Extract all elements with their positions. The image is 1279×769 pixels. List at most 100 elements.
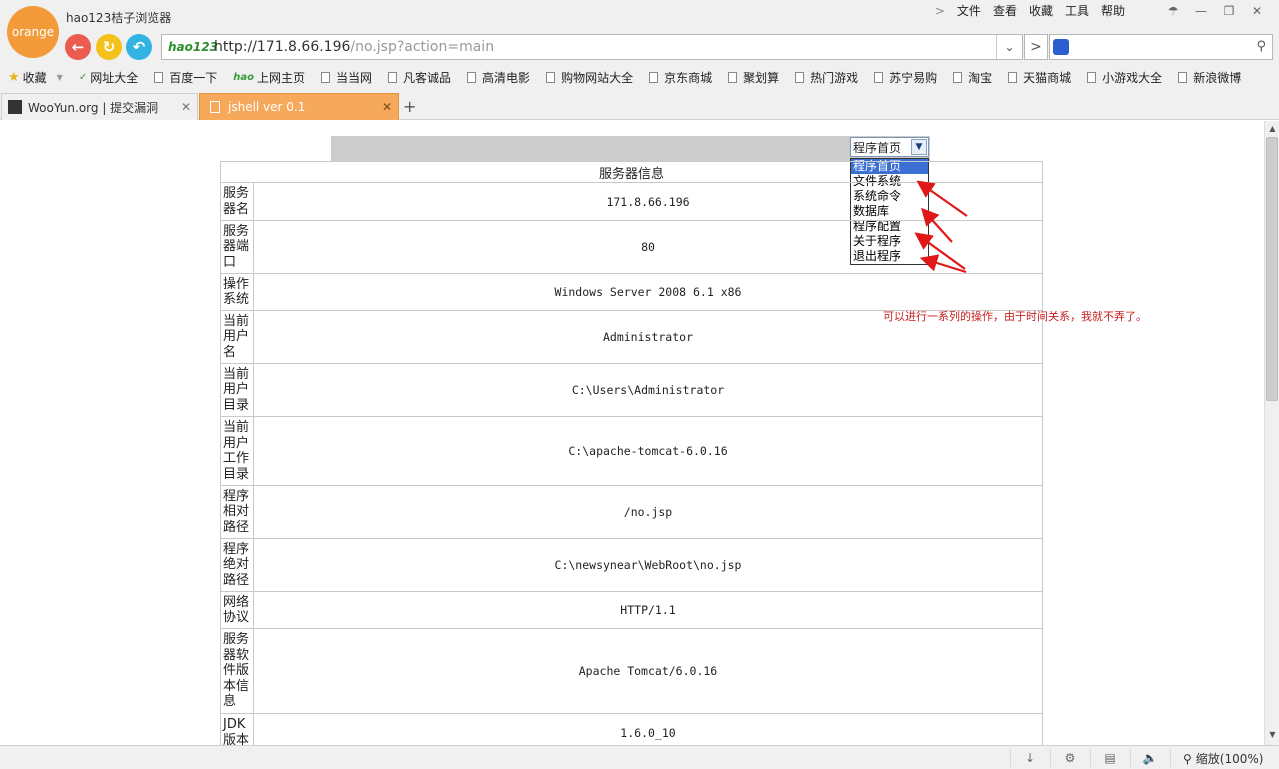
skin-icon[interactable]: ☂ xyxy=(1165,3,1181,19)
page-icon xyxy=(795,71,805,83)
menu-file[interactable]: 文件 xyxy=(951,3,987,19)
menu-tools[interactable]: 工具 xyxy=(1059,3,1095,19)
scroll-thumb[interactable] xyxy=(1266,137,1278,401)
back-button[interactable]: ← xyxy=(65,34,91,60)
row-value: Apache Tomcat/6.0.16 xyxy=(253,628,1043,714)
bookmark-item[interactable]: 凡客诚品 xyxy=(388,69,451,86)
bookmark-label: 高清电影 xyxy=(482,70,531,85)
bookmark-label: 小游戏大全 xyxy=(1102,70,1163,85)
divider xyxy=(1010,749,1011,767)
nav-select-value: 程序首页 xyxy=(853,140,902,155)
bookmark-item[interactable]: ✓ 网址大全 xyxy=(79,69,138,86)
bookmark-item[interactable]: 苏宁易购 xyxy=(874,69,937,86)
app-title: hao123桔子浏览器 xyxy=(66,11,172,25)
close-icon[interactable]: ✕ xyxy=(1249,3,1265,19)
speaker-icon[interactable]: 🔈 xyxy=(1142,750,1158,766)
menu-help[interactable]: 帮助 xyxy=(1095,3,1131,19)
menu-view[interactable]: 查看 xyxy=(987,3,1023,19)
undo-icon: ↶ xyxy=(132,38,146,56)
close-tab-icon[interactable]: ✕ xyxy=(181,100,191,114)
bookmark-label: 凡客诚品 xyxy=(403,70,452,85)
row-value: Windows Server 2008 6.1 x86 xyxy=(253,273,1043,311)
bookmark-label: 购物网站大全 xyxy=(561,70,634,85)
url-path: /no.jsp?action=main xyxy=(350,39,495,55)
star-icon: ★ xyxy=(8,69,20,85)
url-host: http://171.8.66.196 xyxy=(214,39,351,55)
bookmark-favorites[interactable]: ★ 收藏 ▼ xyxy=(8,69,63,86)
bookmark-item[interactable]: 京东商城 xyxy=(649,69,712,86)
row-label: 服务器软件版本信息 xyxy=(220,628,254,714)
menu-chevron-icon[interactable]: > xyxy=(929,3,951,19)
hao123-badge[interactable]: hao123 xyxy=(162,40,218,54)
dropdown-icon[interactable]: ▼ xyxy=(57,73,63,82)
browser-logo[interactable]: orange xyxy=(7,6,59,58)
page-viewport: 程序首页 ▼ 程序首页 文件系统 系统命令 数据库 程序配置 关于程序 退出程序… xyxy=(0,121,1264,745)
page-icon xyxy=(1008,71,1018,83)
row-value: C:\Users\Administrator xyxy=(253,363,1043,417)
chevron-down-icon[interactable]: ⌄ xyxy=(996,35,1022,59)
row-label: JDK版本 xyxy=(220,713,254,745)
search-box[interactable]: ⚲ xyxy=(1049,34,1273,60)
search-icon[interactable]: ⚲ xyxy=(1256,39,1266,54)
tab-jshell[interactable]: jshell ver 0.1 ✕ xyxy=(199,93,399,120)
baidu-engine-icon[interactable] xyxy=(1053,39,1069,55)
chevron-down-icon[interactable]: ▼ xyxy=(911,139,927,155)
vertical-scrollbar[interactable]: ▲ ▼ xyxy=(1264,121,1279,745)
menu-favorites[interactable]: 收藏 xyxy=(1023,3,1059,19)
bookmark-item[interactable]: 小游戏大全 xyxy=(1087,69,1162,86)
wooyun-favicon xyxy=(8,100,22,114)
hao-icon: ✓ xyxy=(78,71,88,83)
bookmark-item[interactable]: 高清电影 xyxy=(467,69,530,86)
new-tab-icon[interactable]: + xyxy=(403,97,416,116)
menu-bar: > 文件 查看 收藏 工具 帮助 xyxy=(929,3,1131,19)
row-label: 程序绝对路径 xyxy=(220,538,254,592)
bookmark-label: 热门游戏 xyxy=(810,70,859,85)
bookmark-item[interactable]: 热门游戏 xyxy=(795,69,858,86)
bookmark-label: 新浪微博 xyxy=(1193,70,1242,85)
zoom-label: 缩放(100%) xyxy=(1195,752,1264,766)
bookmark-item[interactable]: 新浪微博 xyxy=(1178,69,1241,86)
minimize-icon[interactable]: — xyxy=(1193,3,1209,19)
page-icon xyxy=(467,71,477,83)
close-tab-icon[interactable]: ✕ xyxy=(382,100,392,114)
browser-chrome: orange hao123桔子浏览器 > 文件 查看 收藏 工具 帮助 ☂ — … xyxy=(0,0,1279,120)
divider xyxy=(1130,749,1131,767)
address-bar[interactable]: hao123 http://171.8.66.196/no.jsp?action… xyxy=(161,34,1023,60)
bookmark-label: 聚划算 xyxy=(743,70,780,85)
bookmark-item[interactable]: 当当网 xyxy=(321,69,372,86)
refresh-button[interactable]: ↻ xyxy=(96,34,122,60)
nav-select[interactable]: 程序首页 ▼ xyxy=(850,137,929,157)
row-label: 程序相对路径 xyxy=(220,485,254,539)
bookmarks-bar: ★ 收藏 ▼ ✓ 网址大全 百度一下 hao 上网主页 当当网 凡客诚品 高清电影 购物… xyxy=(0,66,1279,88)
bookmark-item[interactable]: 淘宝 xyxy=(953,69,992,86)
hao-icon: hao xyxy=(233,71,254,83)
screen-icon[interactable]: ▤ xyxy=(1102,750,1118,766)
scroll-down-icon[interactable]: ▼ xyxy=(1267,730,1278,742)
bookmark-item[interactable]: 购物网站大全 xyxy=(546,69,633,86)
page-icon xyxy=(728,71,738,83)
tab-strip: WooYun.org | 提交漏洞 ✕ jshell ver 0.1 ✕ + xyxy=(0,93,1279,120)
download-icon[interactable]: ↓ xyxy=(1022,750,1038,766)
scroll-up-icon[interactable]: ▲ xyxy=(1267,124,1278,136)
undo-close-button[interactable]: ↶ xyxy=(126,34,152,60)
bookmark-label: 网址大全 xyxy=(90,70,139,85)
gear-icon[interactable]: ⚙ xyxy=(1062,750,1078,766)
row-value: C:\apache-tomcat-6.0.16 xyxy=(253,416,1043,486)
bookmark-item[interactable]: hao 上网主页 xyxy=(233,69,305,86)
page-icon xyxy=(321,71,331,83)
page-icon xyxy=(1178,71,1188,83)
bookmark-item[interactable]: 天猫商城 xyxy=(1008,69,1071,86)
row-label: 服务器名 xyxy=(220,182,254,221)
bookmark-item[interactable]: 聚划算 xyxy=(728,69,779,86)
tab-title: WooYun.org | 提交漏洞 xyxy=(28,100,159,115)
row-label: 网络协议 xyxy=(220,591,254,629)
table-title: 服务器信息 xyxy=(220,161,1043,183)
restore-icon[interactable]: ❐ xyxy=(1221,3,1237,19)
tab-wooyun[interactable]: WooYun.org | 提交漏洞 ✕ xyxy=(1,93,198,120)
go-button[interactable]: > xyxy=(1024,34,1048,60)
row-label: 当前用户工作目录 xyxy=(220,416,254,486)
chevron-right-icon: > xyxy=(1030,39,1042,55)
bookmark-label: 淘宝 xyxy=(968,70,993,85)
bookmark-item[interactable]: 百度一下 xyxy=(154,69,217,86)
zoom-control[interactable]: ⚲ 缩放(100%) xyxy=(1183,750,1263,767)
